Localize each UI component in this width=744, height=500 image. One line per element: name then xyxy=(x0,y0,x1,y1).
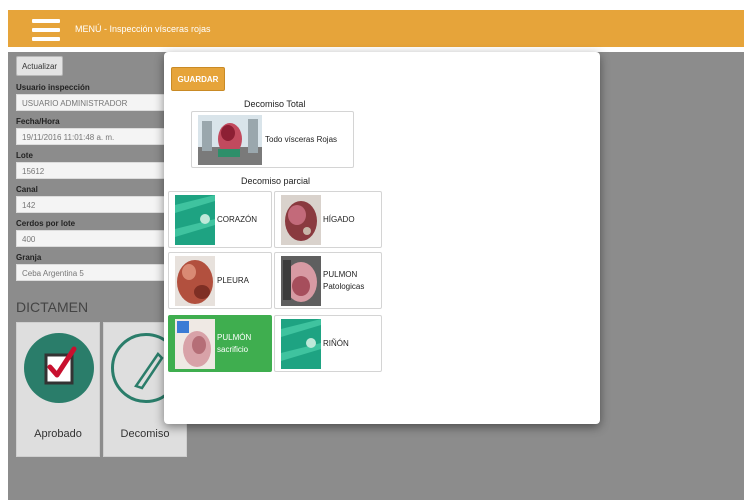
pulmon-patologicas-line1: PULMON xyxy=(323,270,358,279)
visceras-photo-icon xyxy=(198,115,262,165)
guardar-button[interactable]: GUARDAR xyxy=(171,67,225,91)
pulmon-sacrificio-photo-icon xyxy=(175,319,215,369)
pulmon-patologicas-line2: Patologicas xyxy=(323,282,365,291)
decomiso-modal: GUARDAR Decomiso Total Todo vísceras Roj… xyxy=(164,52,600,424)
actualizar-button[interactable]: Actualizar xyxy=(16,56,63,76)
decomiso-total-title: Decomiso Total xyxy=(244,99,306,109)
option-pulmon-sacrificio-label: PULMÓN sacrificio xyxy=(217,332,251,356)
pulmon-sacrificio-line2: sacrificio xyxy=(217,345,249,354)
option-pulmon-sacrificio[interactable]: PULMÓN sacrificio xyxy=(168,315,272,372)
option-pleura-label: PLEURA xyxy=(217,276,250,285)
higado-photo-icon xyxy=(281,195,321,245)
option-todo-visceras[interactable]: Todo vísceras Rojas xyxy=(191,111,354,168)
pleura-photo-icon xyxy=(175,256,215,306)
checkbox-icon xyxy=(24,333,94,403)
option-corazon-label: CORAZÓN xyxy=(217,215,257,224)
option-higado-label: HÍGADO xyxy=(323,215,355,224)
option-higado[interactable]: HÍGADO xyxy=(274,191,382,248)
option-todo-visceras-label: Todo vísceras Rojas xyxy=(265,135,338,144)
rinon-photo-icon xyxy=(281,319,321,369)
option-rinon-label: RIÑÓN xyxy=(323,339,349,348)
option-corazon[interactable]: CORAZÓN xyxy=(168,191,272,248)
corazon-photo-icon xyxy=(175,195,215,245)
page-title: MENÚ - Inspección vísceras rojas xyxy=(75,24,211,34)
option-pleura[interactable]: PLEURA xyxy=(168,252,272,309)
aprobado-label: Aprobado xyxy=(34,428,82,440)
pulmon-sacrificio-line1: PULMÓN xyxy=(217,333,252,342)
decomiso-label: Decomiso xyxy=(120,428,170,440)
dictamen-title: DICTAMEN xyxy=(16,299,89,315)
decomiso-parcial-title: Decomiso parcial xyxy=(241,176,311,186)
aprobado-card[interactable]: Aprobado xyxy=(16,322,100,457)
pulmon-patologicas-photo-icon xyxy=(281,256,321,306)
option-pulmon-patologicas-label: PULMON Patologicas xyxy=(323,269,364,293)
option-pulmon-patologicas[interactable]: PULMON Patologicas xyxy=(274,252,382,309)
menu-icon[interactable] xyxy=(32,19,60,41)
option-rinon[interactable]: RIÑÓN xyxy=(274,315,382,372)
top-bar: MENÚ - Inspección vísceras rojas xyxy=(8,10,744,50)
